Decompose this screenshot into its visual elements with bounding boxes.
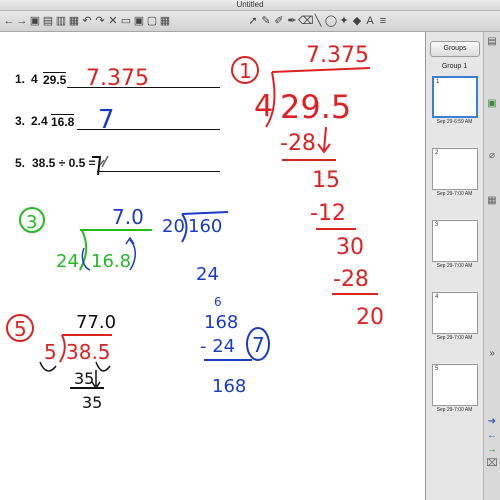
page-thumbnail[interactable]: 1 (432, 76, 478, 118)
work-3-circle-label: 3 (26, 212, 37, 233)
save-icon[interactable]: ▥ (54, 14, 68, 28)
eraser-icon[interactable]: ⌫ (298, 14, 314, 28)
shapes-icon[interactable]: ◯ (324, 14, 338, 28)
previous-page-icon[interactable]: ← (2, 14, 16, 28)
screen-shade-icon[interactable]: ▭ (119, 14, 133, 28)
work-1-quotient: 7.375 (306, 43, 369, 68)
work-3-divisor: 24 (56, 251, 79, 272)
side-tab-bar: ▤ ▣ ⌀ ▦ » ➜ ← → ⌧ (484, 32, 500, 500)
work-5-quotient: 77.0 (76, 312, 116, 333)
work-1-remainder-2: 30 (336, 235, 364, 260)
page-number: 5 (435, 366, 439, 372)
redo-icon[interactable]: ↷ (93, 14, 107, 28)
move-sidebar-icon[interactable]: ➜ (486, 416, 498, 428)
work-1-remainder-3: 20 (356, 305, 384, 330)
page-sorter-sidebar: Groups Group 1 1 Sep 29-6:59 AM 2 Sep 29-7:… (426, 32, 484, 500)
page-sorter-tab-icon[interactable]: ▤ (486, 36, 498, 48)
creative-pen-icon[interactable]: ✐ (272, 14, 286, 28)
work-3c-result: 168 (212, 376, 246, 397)
select-icon[interactable]: ➚ (246, 14, 260, 28)
work-1-subtract-2: -12 (310, 201, 346, 226)
next-page-icon[interactable]: → (15, 14, 29, 28)
open-file-icon[interactable]: ▤ (41, 14, 55, 28)
undo-icon[interactable]: ↶ (80, 14, 94, 28)
title-bar: Untitled (0, 0, 500, 11)
toolbar: ← → ▣ ▤ ▥ ▦ ↶ ↷ ✕ ▭ ▣ ▢ ▦ ➚ ✎ ✐ ✒ ⌫ ╲ ◯ ✦ ◆ A ≡ (0, 11, 500, 32)
paste-icon[interactable]: ▦ (67, 14, 81, 28)
page-date: Sep 29-7:00 AM (436, 335, 473, 341)
back-arrow-icon[interactable]: ← (486, 430, 498, 442)
ink-annotations: 7.375 7 1 7.375 4 29.5 -28 15 -12 30 -28… (6, 43, 384, 412)
work-5-circle-label: 5 (14, 317, 27, 341)
pen-icon[interactable]: ✎ (259, 14, 273, 28)
fill-icon[interactable]: ◆ (350, 14, 364, 28)
properties-icon[interactable]: ≡ (376, 14, 390, 28)
work-1-divisor: 4 (254, 89, 273, 124)
trash-icon[interactable]: ⌧ (486, 458, 498, 470)
work-5-subtract: 35 (74, 369, 94, 388)
page-number: 4 (435, 294, 439, 300)
work-3b-guess: 24 (196, 264, 219, 285)
work-3b-dividend: 160 (188, 216, 222, 237)
collapse-sidebar-icon[interactable]: » (486, 348, 498, 360)
work-5: 5 77.0 5 38.5 35 35 (6, 312, 116, 412)
work-3c-sub: - 24 (200, 336, 235, 357)
page-number: 3 (435, 222, 439, 228)
group-label: Group 1 (441, 63, 468, 70)
attachments-tab-icon[interactable]: ⌀ (486, 150, 498, 162)
work-1-circle-label: 1 (239, 59, 252, 83)
page-date: Sep 29-7:00 AM (436, 191, 473, 197)
page-number: 1 (436, 79, 440, 85)
delete-icon[interactable]: ✕ (106, 14, 120, 28)
table-icon[interactable]: ▦ (158, 14, 172, 28)
text-icon[interactable]: A (363, 14, 377, 28)
page-thumbnail[interactable]: 4 (432, 292, 478, 334)
work-5-remainder: 35 (82, 393, 102, 412)
capture-icon[interactable]: ▢ (145, 14, 159, 28)
work-3c-circle-label: 7 (252, 333, 265, 357)
highlighter-icon[interactable]: ✒ (285, 14, 299, 28)
work-1-remainder-1: 15 (312, 168, 340, 193)
properties-tab-icon[interactable]: ▦ (486, 195, 498, 207)
magic-pen-icon[interactable]: ✦ (337, 14, 351, 28)
work-1-subtract-3: -28 (333, 267, 369, 292)
work-3b-divisor: 20 (162, 216, 185, 237)
work-5-divisor: 5 (44, 340, 57, 364)
work-3c-small: 6 (214, 295, 222, 309)
page-date: Sep 29-6:59 AM (436, 119, 473, 125)
line-icon[interactable]: ╲ (311, 14, 325, 28)
groups-button[interactable]: Groups (430, 41, 480, 57)
add-page-icon[interactable]: ▣ (28, 14, 42, 28)
forward-arrow-icon[interactable]: → (486, 444, 498, 456)
page-thumbnail[interactable]: 3 (432, 220, 478, 262)
work-3-quotient: 7.0 (112, 205, 144, 229)
work-3-dividend: 16.8 (91, 251, 131, 272)
page-thumbnail[interactable]: 2 (432, 148, 478, 190)
page-date: Sep 29-7:00 AM (436, 263, 473, 269)
work-1-dividend: 29.5 (280, 88, 351, 126)
page-date: Sep 29-7:00 AM (436, 407, 473, 413)
window-title: Untitled (236, 0, 264, 9)
display-icon[interactable]: ▣ (132, 14, 146, 28)
work-3c-top: 168 (204, 312, 238, 333)
problem-5-ink-mark (92, 155, 109, 176)
page-thumbnail[interactable]: 5 (432, 364, 478, 406)
answer-1-ink: 7.375 (86, 66, 149, 91)
work-1-red: 1 7.375 4 29.5 -28 15 -12 30 -28 20 (231, 43, 384, 330)
work-1-subtract-1: -28 (280, 131, 316, 156)
work-5-dividend: 38.5 (66, 340, 111, 364)
answer-3-ink: 7 (98, 105, 115, 135)
work-3: 3 7.0 24 16.8 20 160 24 6 168 - 24 7 168 (19, 205, 270, 397)
page-number: 2 (435, 150, 439, 156)
gallery-tab-icon[interactable]: ▣ (486, 98, 498, 110)
